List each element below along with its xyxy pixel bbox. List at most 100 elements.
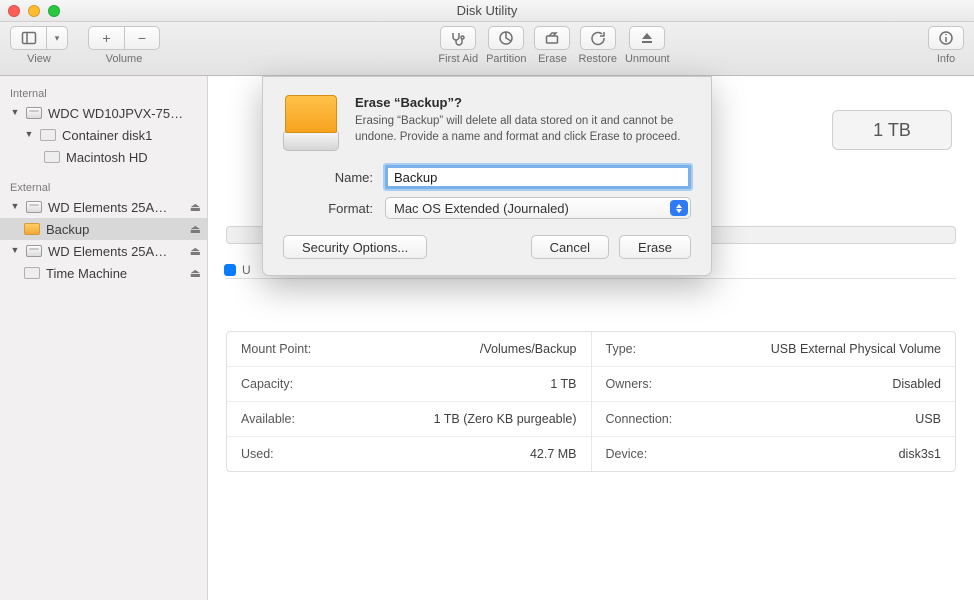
disclosure-triangle-icon[interactable]: ▼ bbox=[24, 129, 34, 139]
info-label: Info bbox=[937, 53, 955, 65]
sidebar-item-label: Container disk1 bbox=[62, 128, 152, 143]
info-row: Device:disk3s1 bbox=[592, 437, 956, 471]
sidebar-internal-header: Internal bbox=[0, 82, 207, 102]
info-row: Mount Point:/Volumes/Backup bbox=[227, 332, 591, 367]
info-row: Connection: USB bbox=[592, 402, 956, 437]
partition-label: Partition bbox=[486, 53, 526, 65]
cancel-button[interactable]: Cancel bbox=[531, 235, 609, 259]
first-aid-label: First Aid bbox=[438, 53, 478, 65]
info-row: Available: 1 TB (Zero KB purgeable) bbox=[227, 402, 591, 437]
toolbar-volume-group: + − Volume bbox=[88, 26, 160, 65]
info-value: USB bbox=[915, 412, 941, 426]
divider bbox=[226, 278, 956, 279]
restore-button[interactable] bbox=[580, 26, 616, 50]
info-icon bbox=[938, 30, 954, 46]
volume-icon bbox=[44, 151, 60, 163]
info-col-left: Mount Point:/Volumes/Backup Capacity: 1 T… bbox=[227, 332, 592, 471]
chevron-down-icon: ▾ bbox=[55, 33, 60, 44]
erase-label: Erase bbox=[538, 53, 567, 65]
toolbar-center-cluster: First Aid Partition Erase Restore bbox=[434, 26, 673, 65]
info-key: Connection: bbox=[606, 412, 673, 426]
info-button[interactable] bbox=[928, 26, 964, 50]
eject-icon[interactable]: ⏏ bbox=[190, 222, 201, 236]
volume-icon bbox=[24, 267, 40, 279]
pie-icon bbox=[498, 30, 514, 46]
sidebar-macintosh-hd[interactable]: Macintosh HD bbox=[0, 146, 207, 168]
sidebar-wd-elements-1[interactable]: ▼ WD Elements 25A… ⏏ bbox=[0, 196, 207, 218]
erase-button[interactable] bbox=[534, 26, 570, 50]
toolbar-volume-label: Volume bbox=[106, 53, 143, 65]
stethoscope-icon bbox=[450, 30, 466, 46]
external-disk-icon bbox=[26, 245, 42, 257]
plus-icon: + bbox=[102, 30, 110, 46]
unmount-button[interactable] bbox=[629, 26, 665, 50]
sidebar-item-label: Macintosh HD bbox=[66, 150, 148, 165]
toolbar: ▾ View + − Volume First Aid Partition bbox=[0, 22, 974, 76]
dialog-message: Erasing “Backup” will delete all data st… bbox=[355, 114, 691, 145]
sidebar-wd-elements-2[interactable]: ▼ WD Elements 25A… ⏏ bbox=[0, 240, 207, 262]
eject-icon[interactable]: ⏏ bbox=[190, 244, 201, 258]
info-key: Type: bbox=[606, 342, 637, 356]
info-key: Available: bbox=[241, 412, 295, 426]
format-select[interactable]: Mac OS Extended (Journaled) bbox=[385, 197, 691, 219]
erase-icon bbox=[544, 30, 560, 46]
sidebar-icon bbox=[21, 30, 37, 46]
sidebar-time-machine-volume[interactable]: Time Machine ⏏ bbox=[0, 262, 207, 284]
name-field-row: Name: bbox=[283, 165, 691, 189]
sidebar-item-label: WD Elements 25A… bbox=[48, 244, 167, 259]
eject-icon[interactable]: ⏏ bbox=[190, 200, 201, 214]
toolbar-view-label: View bbox=[27, 53, 51, 65]
partition-button[interactable] bbox=[488, 26, 524, 50]
volume-icon bbox=[40, 129, 56, 141]
remove-volume-button[interactable]: − bbox=[124, 26, 160, 50]
format-label: Format: bbox=[283, 201, 373, 216]
sidebar-item-label: Backup bbox=[46, 222, 89, 237]
info-value: 1 TB (Zero KB purgeable) bbox=[434, 412, 577, 426]
info-row: Type: USB External Physical Volume bbox=[592, 332, 956, 367]
info-col-right: Type: USB External Physical Volume Owners… bbox=[592, 332, 956, 471]
view-menu-button[interactable]: ▾ bbox=[46, 26, 68, 50]
info-value: USB External Physical Volume bbox=[771, 342, 941, 356]
name-label: Name: bbox=[283, 170, 373, 185]
sidebar-backup-volume[interactable]: Backup ⏏ bbox=[0, 218, 207, 240]
select-arrows-icon bbox=[670, 200, 688, 216]
capacity-badge: 1 TB bbox=[832, 110, 952, 150]
name-input[interactable] bbox=[385, 165, 691, 189]
info-value: /Volumes/Backup bbox=[480, 342, 577, 356]
usage-legend-label: U bbox=[242, 263, 251, 277]
disclosure-triangle-icon[interactable]: ▼ bbox=[10, 201, 20, 211]
info-key: Owners: bbox=[606, 377, 653, 391]
erase-dialog: Erase “Backup”? Erasing “Backup” will de… bbox=[262, 76, 712, 276]
info-grid: Mount Point:/Volumes/Backup Capacity: 1 T… bbox=[226, 331, 956, 472]
unmount-label: Unmount bbox=[625, 53, 670, 65]
format-selected-value: Mac OS Extended (Journaled) bbox=[394, 201, 569, 216]
eject-icon[interactable]: ⏏ bbox=[190, 266, 201, 280]
disk-illustration-icon bbox=[283, 95, 339, 151]
window-title: Disk Utility bbox=[0, 3, 974, 18]
disclosure-triangle-icon[interactable]: ▼ bbox=[10, 245, 20, 255]
restore-label: Restore bbox=[578, 53, 617, 65]
sidebar-external-header: External bbox=[0, 176, 207, 196]
dialog-title: Erase “Backup”? bbox=[355, 95, 691, 110]
add-volume-button[interactable]: + bbox=[88, 26, 124, 50]
usage-legend-swatch bbox=[224, 264, 236, 276]
sidebar: Internal ▼ WDC WD10JPVX-75… ▼ Container … bbox=[0, 76, 208, 600]
info-value: 42.7 MB bbox=[530, 447, 577, 461]
sidebar-container-disk1[interactable]: ▼ Container disk1 bbox=[0, 124, 207, 146]
disclosure-triangle-icon[interactable]: ▼ bbox=[10, 107, 20, 117]
sidebar-disk-wdc[interactable]: ▼ WDC WD10JPVX-75… bbox=[0, 102, 207, 124]
minus-icon: − bbox=[138, 30, 146, 46]
sidebar-item-label: WD Elements 25A… bbox=[48, 200, 167, 215]
toolbar-info-group: Info bbox=[928, 26, 964, 65]
first-aid-button[interactable] bbox=[440, 26, 476, 50]
info-value: 1 TB bbox=[550, 377, 576, 391]
hard-disk-icon bbox=[26, 107, 42, 119]
info-row: Owners:Disabled bbox=[592, 367, 956, 402]
toolbar-view-group: ▾ View bbox=[10, 26, 68, 65]
erase-confirm-button[interactable]: Erase bbox=[619, 235, 691, 259]
info-key: Capacity: bbox=[241, 377, 293, 391]
volume-icon bbox=[24, 223, 40, 235]
sidebar-toggle-button[interactable] bbox=[10, 26, 46, 50]
security-options-button[interactable]: Security Options... bbox=[283, 235, 427, 259]
info-row: Capacity: 1 TB bbox=[227, 367, 591, 402]
